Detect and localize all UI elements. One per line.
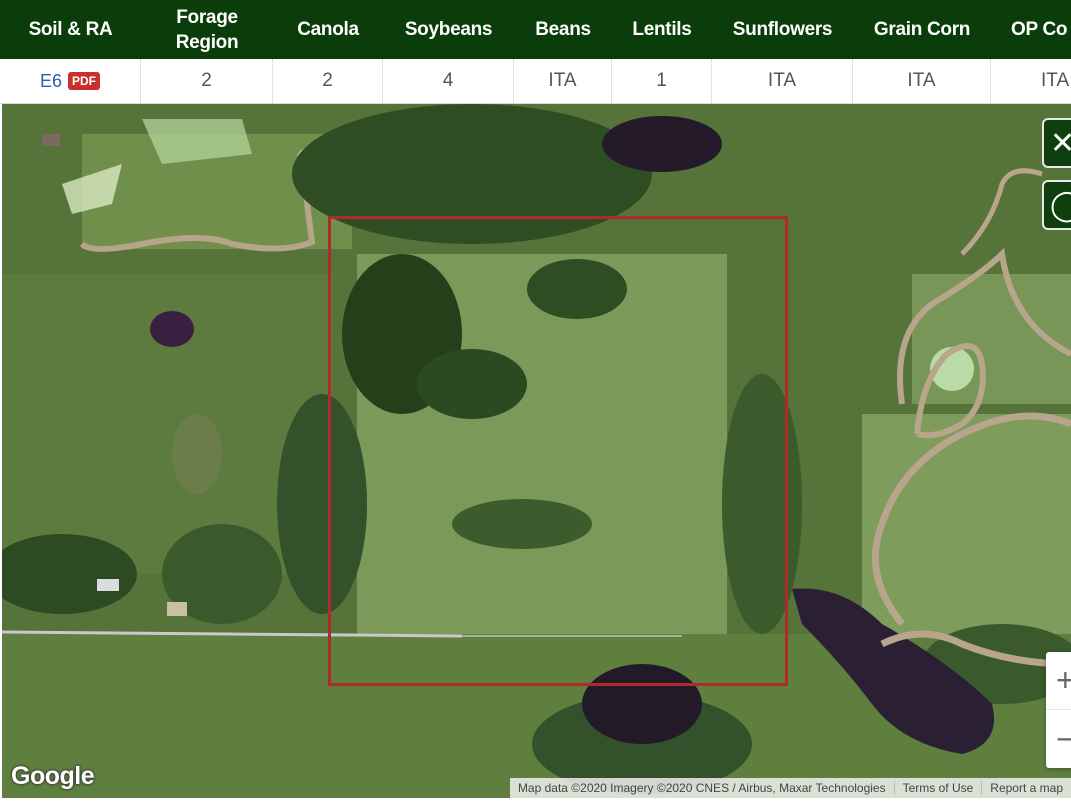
parcel-boundary xyxy=(328,216,788,686)
cell-soybeans: 4 xyxy=(383,59,514,103)
search-icon: ◯ xyxy=(1050,188,1071,222)
table-row: E6 PDF 2 2 4 ITA 1 ITA ITA ITA xyxy=(0,59,1071,104)
cell-beans: ITA xyxy=(514,59,612,103)
satellite-map[interactable]: ✕ ◯ + − Google Map data ©2020 Imagery ©2… xyxy=(2,104,1071,798)
zoom-control: + − xyxy=(1046,652,1071,768)
close-button[interactable]: ✕ xyxy=(1042,118,1071,168)
pdf-icon[interactable]: PDF xyxy=(68,72,101,90)
report-map-link[interactable]: Report a map xyxy=(982,781,1071,795)
header-grain-corn: Grain Corn xyxy=(873,19,971,40)
cell-grain-corn: ITA xyxy=(853,59,991,103)
cell-soil-ra: E6 PDF xyxy=(0,59,141,103)
zoom-out-button[interactable]: − xyxy=(1046,710,1071,768)
cell-lentils: 1 xyxy=(612,59,712,103)
bottom-border xyxy=(0,798,1071,803)
map-data-credit: Map data ©2020 Imagery ©2020 CNES / Airb… xyxy=(517,781,886,795)
soil-ra-link[interactable]: E6 xyxy=(40,71,62,92)
terms-of-use-link[interactable]: Terms of Use xyxy=(895,781,982,795)
header-beans: Beans xyxy=(535,19,591,40)
header-canola: Canola xyxy=(297,19,359,40)
close-icon: ✕ xyxy=(1050,126,1071,160)
search-button[interactable]: ◯ xyxy=(1042,180,1071,230)
cell-canola: 2 xyxy=(273,59,383,103)
header-soil-ra: Soil & RA xyxy=(28,19,113,40)
cell-forage-region: 2 xyxy=(141,59,273,103)
map-attribution: Map data ©2020 Imagery ©2020 CNES / Airb… xyxy=(509,778,1071,798)
header-lentils: Lentils xyxy=(632,19,692,40)
google-logo: Google xyxy=(11,762,95,790)
crop-table-header: Soil & RA Forage Region Canola Soybeans … xyxy=(0,0,1071,59)
header-sunflowers: Sunflowers xyxy=(732,19,833,40)
header-forage-region: Forage Region xyxy=(175,6,239,53)
header-soybeans: Soybeans xyxy=(404,19,493,40)
header-op-corn: OP Co xyxy=(1011,19,1068,40)
cell-op-corn: ITA xyxy=(1041,70,1070,91)
cell-sunflowers: ITA xyxy=(712,59,853,103)
zoom-in-button[interactable]: + xyxy=(1046,652,1071,710)
